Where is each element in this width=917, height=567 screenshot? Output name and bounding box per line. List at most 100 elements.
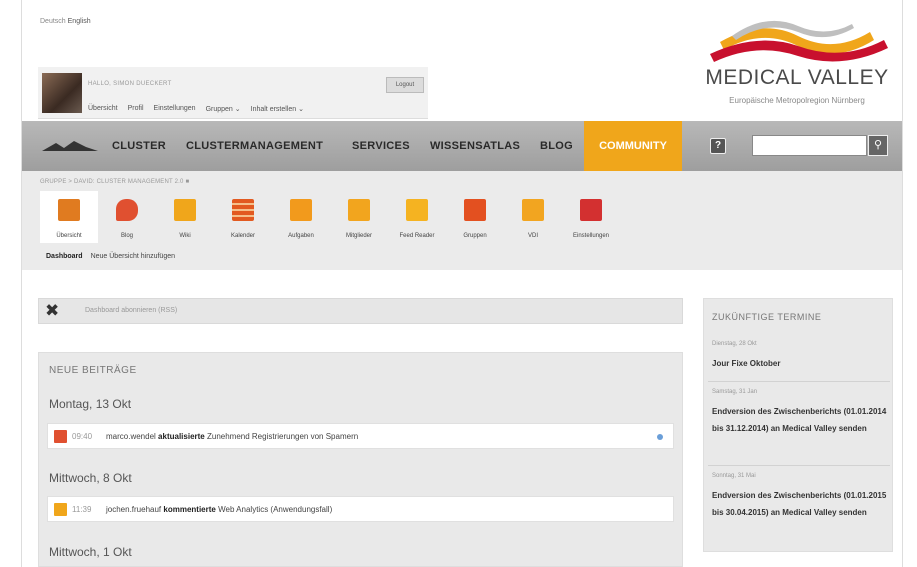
tasks-icon — [290, 199, 312, 221]
tool-blog[interactable]: Blog — [98, 191, 156, 243]
posts-heading: NEUE BEITRÄGE — [49, 365, 137, 376]
entry-target[interactable]: Web Analytics (Anwendungsfall) — [218, 505, 332, 514]
user-panel: HALLO, SIMON DUECKERT Logout Übersicht P… — [38, 67, 428, 119]
day-heading: Mittwoch, 1 Okt — [49, 545, 132, 559]
entry-user[interactable]: marco.wendel — [106, 432, 156, 441]
tool-feed-reader[interactable]: Feed Reader — [388, 191, 446, 243]
divider — [708, 381, 890, 382]
user-nav-profile[interactable]: Profil — [128, 105, 144, 113]
tool-groups[interactable]: Gruppen — [446, 191, 504, 243]
tool-label: Aufgaben — [288, 233, 314, 239]
overview-icon — [58, 199, 80, 221]
breadcrumb: GRUPPE > DAVID: CLUSTER MANAGEMENT 2.0 ■ — [40, 179, 189, 185]
new-posts-panel: NEUE BEITRÄGE Montag, 13 Okt 09:40 marco… — [38, 352, 683, 567]
day-heading: Mittwoch, 8 Okt — [49, 471, 132, 485]
events-heading: ZUKÜNFTIGE TERMINE — [712, 312, 822, 322]
nav-blog[interactable]: BLOG — [540, 140, 573, 152]
blog-icon — [116, 199, 138, 221]
tool-vdi[interactable]: VDI — [504, 191, 562, 243]
dashboard-tabs: Dashboard Neue Übersicht hinzufügen — [46, 253, 175, 260]
user-nav-create-content[interactable]: Inhalt erstellen ⌄ — [251, 105, 304, 113]
tool-label: VDI — [527, 233, 538, 239]
calendar-icon — [232, 199, 254, 221]
entry-user[interactable]: jochen.fruehauf — [106, 505, 161, 514]
event-title[interactable]: Endversion des Zwischenberichts (01.01.2… — [712, 487, 888, 521]
members-icon — [348, 199, 370, 221]
list-item[interactable]: 11:39 jochen.fruehauf kommentierte Web A… — [47, 496, 674, 522]
avatar[interactable] — [42, 73, 82, 113]
event-title[interactable]: Endversion des Zwischenberichts (01.01.2… — [712, 403, 888, 437]
group-tools: Übersicht Blog Wiki Kalender Aufgaben Mi… — [40, 191, 620, 243]
greeting: HALLO, SIMON DUECKERT — [88, 81, 172, 87]
content-area: ✖ Dashboard abonnieren (RSS) NEUE BEITRÄ… — [22, 270, 902, 567]
nav-clustermanagement[interactable]: CLUSTERMANAGEMENT — [186, 140, 323, 152]
nav-community[interactable]: COMMUNITY — [584, 121, 682, 171]
tool-calendar[interactable]: Kalender — [214, 191, 272, 243]
lang-de-link[interactable]: Deutsch — [40, 18, 66, 25]
tool-label: Mitglieder — [345, 233, 372, 239]
settings-icon — [580, 199, 602, 221]
lock-icon: ■ — [185, 179, 190, 185]
rss-bar: ✖ Dashboard abonnieren (RSS) — [38, 298, 683, 324]
search-input[interactable] — [752, 135, 867, 156]
user-nav-groups[interactable]: Gruppen ⌄ — [206, 105, 241, 113]
entry-action: kommentierte — [163, 505, 216, 514]
entry-time: 09:40 — [72, 432, 93, 441]
nav-services[interactable]: SERVICES — [352, 140, 410, 152]
tool-label: Blog — [120, 233, 133, 239]
tool-label: Wiki — [179, 233, 191, 239]
group-toolbar: GRUPPE > DAVID: CLUSTER MANAGEMENT 2.0 ■… — [22, 171, 902, 270]
tab-dashboard[interactable]: Dashboard — [46, 253, 83, 260]
divider — [708, 465, 890, 466]
entry-text: jochen.fruehauf kommentierte Web Analyti… — [106, 505, 332, 514]
search-icon: ⚲ — [873, 139, 883, 151]
tool-label: Gruppen — [463, 233, 487, 239]
user-nav-settings[interactable]: Einstellungen — [154, 105, 196, 113]
user-nav: Übersicht Profil Einstellungen Gruppen ⌄… — [88, 105, 304, 113]
logo-waves-icon — [710, 20, 888, 62]
search-button[interactable]: ⚲ — [868, 135, 888, 156]
unread-indicator — [657, 434, 663, 440]
tab-add-overview[interactable]: Neue Übersicht hinzufügen — [91, 253, 175, 260]
help-icon[interactable]: ? — [710, 138, 726, 154]
entry-time: 11:39 — [72, 505, 92, 514]
tool-overview[interactable]: Übersicht — [40, 191, 98, 243]
tool-members[interactable]: Mitglieder — [330, 191, 388, 243]
event-date: Dienstag, 28 Okt — [712, 341, 757, 347]
mountain-icon[interactable] — [42, 140, 98, 152]
event-date: Samstag, 31 Jan — [712, 389, 758, 395]
breadcrumb-text[interactable]: GRUPPE > DAVID: CLUSTER MANAGEMENT 2.0 — [40, 179, 184, 185]
event-date: Sonntag, 31 Mai — [712, 473, 756, 479]
wiki-icon — [174, 199, 196, 221]
main-nav: CLUSTER CLUSTERMANAGEMENT SERVICES WISSE… — [22, 121, 902, 171]
tool-wiki[interactable]: Wiki — [156, 191, 214, 243]
logout-button[interactable]: Logout — [386, 77, 424, 93]
nav-cluster[interactable]: CLUSTER — [112, 140, 166, 152]
blog-icon — [54, 430, 67, 443]
entry-action: aktualisierte — [158, 432, 205, 441]
tool-label: Kalender — [230, 233, 256, 239]
user-nav-overview[interactable]: Übersicht — [88, 105, 118, 113]
logo-tagline: Europäische Metropolregion Nürnberg — [729, 96, 865, 105]
entry-target[interactable]: Zunehmend Registrierungen von Spamern — [207, 432, 358, 441]
nav-wissensatlas[interactable]: WISSENSATLAS — [430, 140, 520, 152]
list-item[interactable]: 09:40 marco.wendel aktualisierte Zunehme… — [47, 423, 674, 449]
nav-community-label: COMMUNITY — [599, 140, 667, 152]
tool-label: Feed Reader — [399, 233, 435, 239]
lang-en-link[interactable]: English — [68, 18, 91, 25]
entry-text: marco.wendel aktualisierte Zunehmend Reg… — [106, 432, 358, 441]
upcoming-events-panel: ZUKÜNFTIGE TERMINE Dienstag, 28 Okt Jour… — [703, 298, 893, 552]
rss-icon — [406, 199, 428, 221]
page-frame: Deutsch English HALLO, SIMON DUECKERT Lo… — [21, 0, 903, 567]
medical-valley-logo[interactable]: MEDICAL VALLEY Europäische Metropolregio… — [702, 10, 892, 110]
tools-icon: ✖ — [45, 301, 60, 320]
logo-name: MEDICAL VALLEY — [705, 66, 889, 89]
tool-settings[interactable]: Einstellungen — [562, 191, 620, 243]
rss-subscribe-link[interactable]: Dashboard abonnieren (RSS) — [85, 307, 177, 314]
event-title[interactable]: Jour Fixe Oktober — [712, 355, 888, 372]
language-switch: Deutsch English — [40, 18, 91, 25]
wiki-icon — [54, 503, 67, 516]
tool-label: Übersicht — [56, 233, 82, 239]
tool-label: Einstellungen — [572, 233, 610, 239]
tool-tasks[interactable]: Aufgaben — [272, 191, 330, 243]
